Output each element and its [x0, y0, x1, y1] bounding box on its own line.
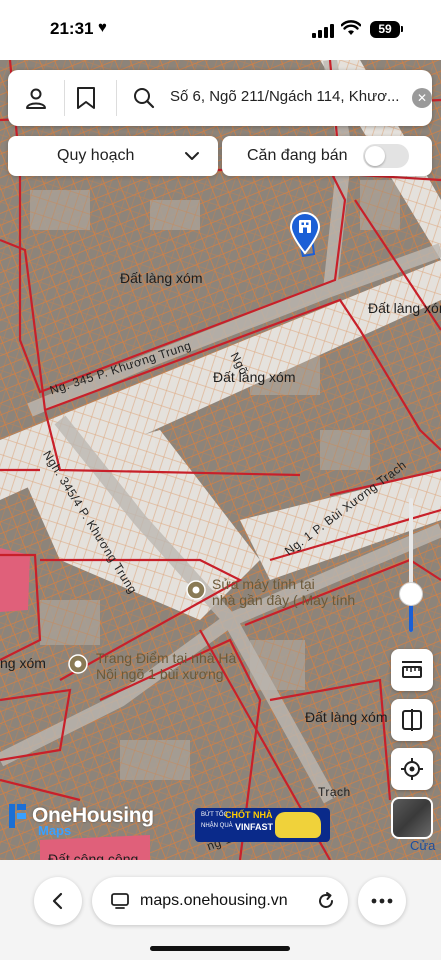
battery-tip — [401, 26, 403, 32]
planning-dropdown[interactable]: Quy hoạch — [8, 136, 218, 176]
browser-toolbar: maps.onehousing.vn — [0, 860, 441, 960]
home-indicator — [150, 946, 290, 951]
car-image — [275, 812, 321, 838]
split-view-icon — [402, 709, 422, 731]
map-view[interactable]: Đất làng xóm Đất làng xóm Đất làng xóm Đ… — [0, 60, 441, 860]
poi-label: Sửa máy tính tại — [212, 576, 315, 592]
logo-sub: Maps — [38, 823, 72, 838]
chevron-down-icon — [185, 152, 199, 160]
more-button[interactable] — [358, 877, 406, 925]
divider — [116, 80, 117, 116]
battery-indicator: 59 — [370, 21, 400, 38]
account-button[interactable] — [16, 78, 56, 118]
more-icon — [371, 898, 393, 904]
reload-icon[interactable] — [316, 891, 336, 911]
ad-text: NHẬN QUÀ — [201, 823, 233, 829]
back-button[interactable] — [34, 877, 82, 925]
chevron-left-icon — [52, 892, 63, 910]
poi-marker-icon — [186, 580, 206, 600]
zoom-slider[interactable] — [409, 498, 413, 632]
onehousing-logo: OneHousing Maps — [8, 801, 154, 838]
ad-text: VINFAST — [235, 822, 274, 832]
for-sale-toggle[interactable] — [363, 144, 409, 168]
measure-button[interactable] — [391, 649, 433, 691]
poi-label: Trang Điểm tại nhà Hà — [96, 650, 237, 666]
vinfast-ad-banner[interactable]: BỨT TỐC CHỐT NHÀ NHẬN QUÀ VINFAST — [195, 808, 330, 842]
for-sale-label: Căn đang bán — [247, 147, 348, 164]
clear-search-button[interactable]: ✕ — [412, 88, 432, 108]
cellular-signal-icon — [312, 24, 334, 38]
area-label: Đất công cộng — [48, 851, 139, 860]
url-text: maps.onehousing.vn — [140, 892, 288, 909]
poi-label: nhà gần đây ( Máy tính — [212, 592, 356, 608]
poi-label: Cửa — [410, 838, 436, 853]
map-layer-toggle[interactable] — [391, 797, 433, 839]
compare-button[interactable] — [391, 699, 433, 741]
search-icon — [134, 88, 155, 109]
status-time: 21:31 — [50, 19, 94, 38]
poi-label: Nội ngõ 1 bùi xương — [96, 666, 224, 682]
bookmark-icon — [77, 87, 95, 109]
my-location-button[interactable] — [391, 748, 433, 790]
location-pin-icon[interactable] — [289, 212, 321, 254]
map-canvas — [0, 60, 441, 860]
heart-icon: ♥ — [98, 19, 107, 36]
search-button[interactable] — [124, 78, 164, 118]
toggle-knob — [365, 146, 385, 166]
saved-button[interactable] — [66, 78, 106, 118]
page-settings-icon — [111, 893, 129, 909]
status-bar: 21:31 ♥ 59 — [0, 0, 441, 60]
area-label: Đất làng xóm — [368, 300, 441, 316]
area-label: Đất làng xóm — [120, 270, 203, 286]
address-bar[interactable]: maps.onehousing.vn — [92, 877, 348, 925]
area-label: Đất làng xóm — [305, 709, 388, 725]
planning-dropdown-label: Quy hoạch — [57, 147, 135, 164]
area-label: ng xóm — [0, 655, 46, 671]
search-input[interactable]: Số 6, Ngõ 211/Ngách 114, Khươ... — [170, 88, 410, 105]
search-panel: Số 6, Ngõ 211/Ngách 114, Khươ... ✕ — [8, 70, 432, 126]
area-label: Đất làng xóm — [213, 369, 296, 385]
divider — [64, 80, 65, 116]
close-icon: ✕ — [416, 91, 428, 105]
crosshair-icon — [401, 758, 423, 780]
for-sale-filter: Căn đang bán — [222, 136, 432, 176]
road-label: Trạch — [318, 785, 351, 799]
poi-marker-icon — [68, 654, 88, 674]
onehousing-logo-icon — [9, 804, 26, 828]
wifi-icon — [341, 20, 361, 35]
ruler-icon — [402, 661, 422, 678]
ad-text: BỨT TỐC — [201, 812, 228, 818]
ad-text: CHỐT NHÀ — [225, 810, 273, 820]
user-icon — [26, 88, 46, 109]
